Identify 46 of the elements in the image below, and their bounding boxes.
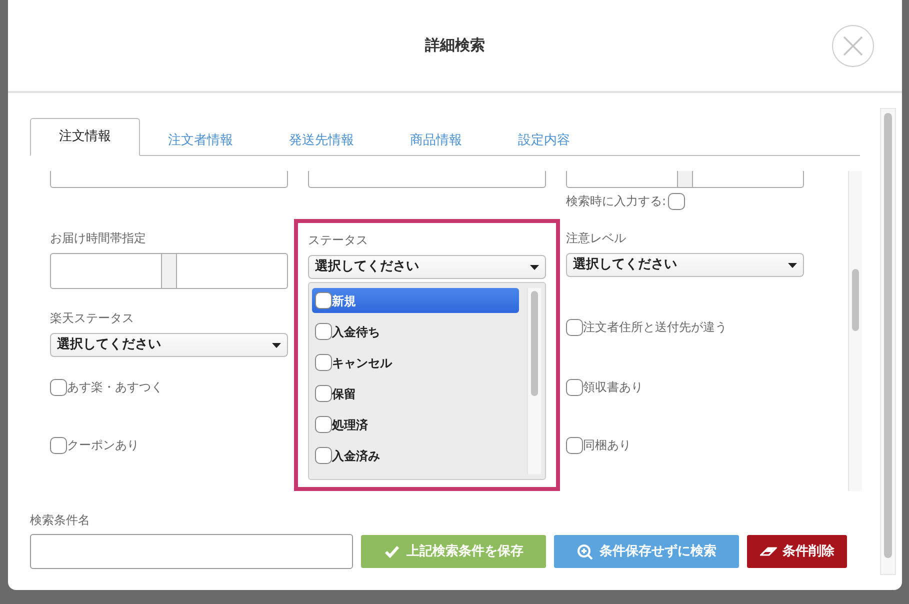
- checkbox[interactable]: [315, 385, 332, 402]
- scrollbar[interactable]: [848, 171, 862, 491]
- checkbox-label: 同梱あり: [583, 437, 631, 454]
- caret-icon: [530, 264, 539, 270]
- close-icon: [842, 34, 864, 56]
- list-option[interactable]: 入金待ち: [312, 319, 519, 344]
- field-label: 検索条件名: [30, 512, 91, 529]
- text-field[interactable]: [30, 534, 353, 569]
- range-field[interactable]: [50, 253, 288, 289]
- zoom-in-icon: [576, 544, 594, 560]
- caret-icon: [272, 342, 281, 348]
- checkbox[interactable]: [315, 354, 332, 371]
- checkbox[interactable]: [315, 323, 332, 340]
- checkbox[interactable]: [566, 318, 583, 336]
- dialog-title: 詳細検索: [425, 35, 485, 56]
- check-icon: [384, 544, 400, 560]
- checkbox[interactable]: [50, 436, 67, 454]
- checkbox-label: あす楽・あすつく: [67, 379, 163, 396]
- scrollbar[interactable]: [527, 288, 541, 474]
- field-label: 楽天ステータス: [50, 310, 135, 327]
- checkbox[interactable]: [566, 378, 583, 396]
- checkbox-label: 領収書あり: [583, 379, 643, 396]
- checkbox-label: クーポンあり: [67, 437, 139, 454]
- select-dropdown[interactable]: 選択してください: [50, 333, 288, 357]
- list-option[interactable]: 処理済: [312, 412, 519, 437]
- select-dropdown[interactable]: 選択してください: [566, 253, 804, 277]
- checkbox-label: 検索時に入力する:: [566, 193, 666, 210]
- checkbox-label: 注文者住所と送付先が違う: [583, 319, 727, 336]
- tab[interactable]: 注文情報: [30, 118, 140, 156]
- list-option[interactable]: キャンセル: [312, 350, 519, 375]
- checkbox[interactable]: [315, 447, 332, 464]
- scrollbar[interactable]: [880, 108, 896, 575]
- action-button[interactable]: 条件削除: [747, 535, 847, 568]
- list-option[interactable]: 入金済み: [312, 443, 519, 468]
- field-label: お届け時間帯指定: [50, 230, 147, 247]
- checkbox[interactable]: [668, 192, 686, 210]
- list-option[interactable]: 新規: [312, 288, 519, 313]
- checkbox[interactable]: [315, 416, 332, 433]
- list-option[interactable]: 保留: [312, 381, 519, 406]
- field-label: 注意レベル: [566, 230, 627, 247]
- checkbox[interactable]: [315, 292, 332, 309]
- caret-icon: [788, 262, 797, 268]
- field-label: ステータス: [308, 232, 369, 249]
- checkbox[interactable]: [50, 378, 67, 396]
- select-dropdown[interactable]: 選択してください: [308, 255, 546, 279]
- checkbox[interactable]: [566, 436, 583, 454]
